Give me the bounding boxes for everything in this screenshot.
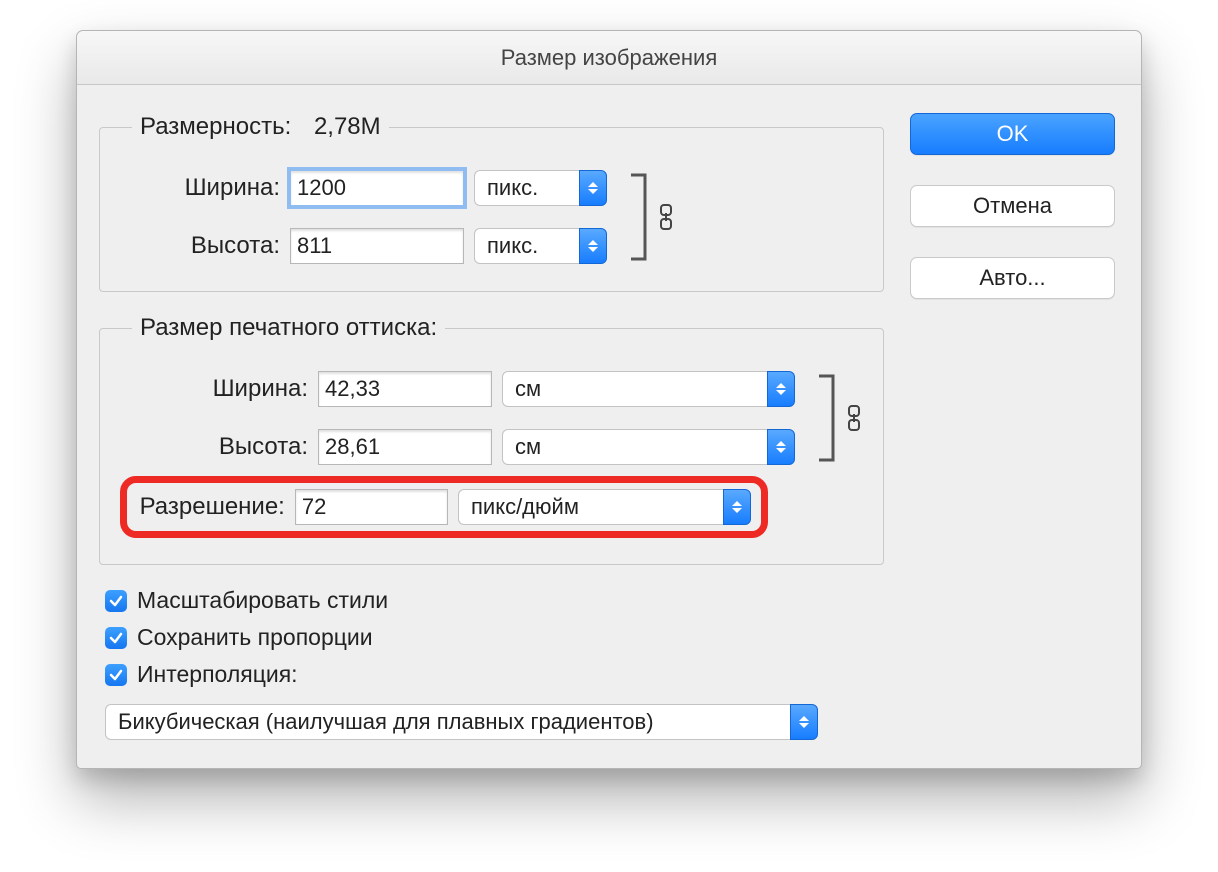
document-size-group: Размер печатного оттиска: Ширина: 42,33 …: [99, 314, 884, 565]
pixel-width-row: Ширина: 1200 пикс.: [120, 170, 607, 206]
cancel-button[interactable]: Отмена: [910, 185, 1115, 227]
constrain-proportions-checkbox[interactable]: Сохранить пропорции: [105, 624, 884, 651]
constrain-proportions-label: Сохранить пропорции: [137, 624, 373, 651]
ok-button[interactable]: OK: [910, 113, 1115, 155]
constrain-link-bracket-pixels: [627, 169, 675, 265]
scale-styles-checkbox[interactable]: Масштабировать стили: [105, 587, 884, 614]
doc-width-row: Ширина: 42,33 см: [120, 371, 795, 407]
pixel-height-unit-value: пикс.: [474, 228, 579, 264]
chevron-updown-icon: [790, 704, 818, 740]
chevron-updown-icon: [579, 170, 607, 206]
link-icon: [657, 204, 675, 230]
resolution-unit-select[interactable]: пикс/дюйм: [458, 489, 751, 525]
pixel-height-input[interactable]: 811: [290, 228, 464, 264]
pixel-dimensions-legend-label: Размерность:: [140, 113, 291, 140]
doc-height-unit-select[interactable]: см: [502, 429, 795, 465]
pixel-dimensions-group: Размерность: 2,78M Ширина: 1200 пикс.: [99, 113, 884, 292]
pixel-height-row: Высота: 811 пикс.: [120, 228, 607, 264]
pixel-width-unit-value: пикс.: [474, 170, 579, 206]
doc-height-label: Высота:: [120, 433, 308, 461]
dialog-button-column: OK Отмена Авто...: [910, 113, 1115, 740]
resolution-row-highlight: Разрешение: 72 пикс/дюйм: [120, 476, 768, 538]
pixel-width-unit-select[interactable]: пикс.: [474, 170, 607, 206]
doc-width-input[interactable]: 42,33: [318, 371, 492, 407]
chevron-updown-icon: [767, 371, 795, 407]
dialog-content: Размерность: 2,78M Ширина: 1200 пикс.: [77, 85, 1141, 768]
chevron-updown-icon: [723, 489, 751, 525]
dialog-title: Размер изображения: [501, 45, 717, 71]
scale-styles-label: Масштабировать стили: [137, 587, 388, 614]
chevron-updown-icon: [579, 228, 607, 264]
options-checkboxes: Масштабировать стили Сохранить пропорции…: [105, 587, 884, 688]
doc-height-row: Высота: 28,61 см: [120, 429, 795, 465]
link-icon: [845, 405, 863, 431]
resolution-label: Разрешение:: [137, 493, 285, 521]
resample-checkbox[interactable]: Интерполяция:: [105, 661, 884, 688]
doc-width-label: Ширина:: [120, 375, 308, 403]
dialog-left-column: Размерность: 2,78M Ширина: 1200 пикс.: [99, 113, 884, 740]
doc-width-unit-select[interactable]: см: [502, 371, 795, 407]
resolution-unit-value: пикс/дюйм: [458, 489, 723, 525]
dialog-titlebar: Размер изображения: [77, 31, 1141, 85]
image-size-dialog: Размер изображения Размерность: 2,78M Ши…: [76, 30, 1142, 769]
pixel-width-input[interactable]: 1200: [290, 170, 464, 206]
pixel-dimensions-legend: Размерность: 2,78M: [132, 113, 389, 141]
doc-height-unit-value: см: [502, 429, 767, 465]
auto-button[interactable]: Авто...: [910, 257, 1115, 299]
document-size-legend: Размер печатного оттиска:: [132, 314, 445, 342]
pixel-height-unit-select[interactable]: пикс.: [474, 228, 607, 264]
pixel-dimensions-value: 2,78M: [314, 113, 381, 140]
checkbox-checked-icon: [105, 664, 127, 686]
checkbox-checked-icon: [105, 590, 127, 612]
interpolation-value: Бикубическая (наилучшая для плавных град…: [105, 704, 790, 740]
chevron-updown-icon: [767, 429, 795, 465]
resample-label: Интерполяция:: [137, 661, 298, 688]
resolution-input[interactable]: 72: [295, 489, 448, 525]
interpolation-select[interactable]: Бикубическая (наилучшая для плавных град…: [105, 704, 884, 740]
pixel-width-label: Ширина:: [120, 174, 280, 202]
checkbox-checked-icon: [105, 627, 127, 649]
doc-height-input[interactable]: 28,61: [318, 429, 492, 465]
pixel-height-label: Высота:: [120, 232, 280, 260]
constrain-link-bracket-doc: [815, 370, 863, 466]
doc-width-unit-value: см: [502, 371, 767, 407]
